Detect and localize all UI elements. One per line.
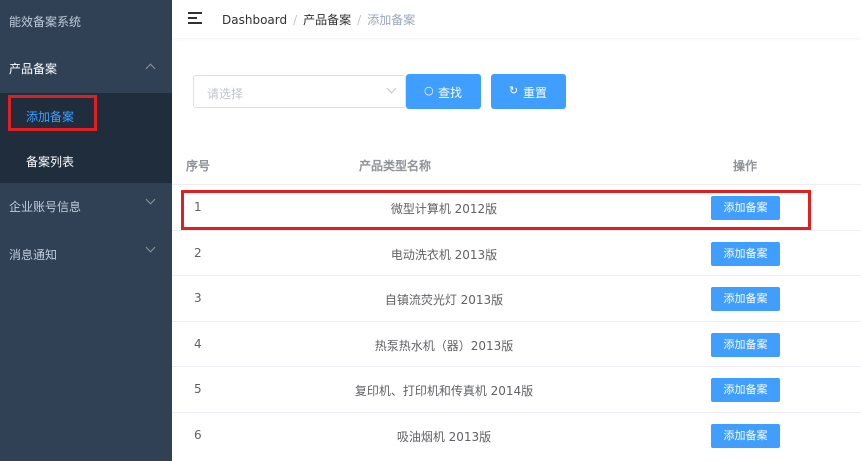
row-index: 5 — [194, 382, 202, 396]
row-index: 4 — [194, 337, 202, 351]
chevron-up-icon — [145, 63, 156, 74]
breadcrumb-item-current: 添加备案 — [367, 13, 416, 27]
column-header-index: 序号 — [186, 159, 211, 173]
search-button[interactable]: ○ 查找 — [406, 74, 481, 109]
row-product-name: 复印机、打印机和传真机 2014版 — [354, 384, 534, 398]
row-product-name: 吸油烟机 2013版 — [396, 430, 492, 444]
sidebar-item-label: 企业账号信息 — [9, 200, 82, 214]
chevron-down-icon — [145, 194, 156, 205]
annotation-highlight-box — [8, 95, 97, 131]
reset-button-label: 重置 — [523, 86, 548, 100]
sidebar-item-label: 备案列表 — [26, 155, 75, 169]
breadcrumb-separator: / — [293, 13, 298, 27]
row-product-name: 热泵热水机（器）2013版 — [374, 339, 514, 353]
add-filing-button[interactable]: 添加备案 — [711, 333, 780, 357]
table-row: 5 复印机、打印机和传真机 2014版 添加备案 — [172, 366, 861, 412]
hamburger-icon[interactable] — [188, 12, 202, 24]
add-filing-button[interactable]: 添加备案 — [711, 378, 780, 402]
breadcrumb: Dashboard / 产品备案 / 添加备案 — [222, 11, 415, 28]
add-filing-button[interactable]: 添加备案 — [711, 242, 780, 266]
refresh-icon: ↻ — [509, 84, 519, 97]
reset-button[interactable]: ↻ 重置 — [491, 74, 566, 109]
row-index: 6 — [194, 428, 202, 442]
app-title: 能效备案系统 — [9, 15, 82, 29]
select-placeholder: 请选择 — [207, 87, 244, 101]
column-header-actions: 操作 — [733, 159, 758, 173]
row-index: 2 — [194, 246, 202, 260]
search-button-label: 查找 — [438, 86, 463, 100]
sidebar-item-company-account[interactable]: 企业账号信息 — [0, 183, 172, 231]
sidebar-item-label: 产品备案 — [9, 62, 58, 76]
table-row: 6 吸油烟机 2013版 添加备案 — [172, 412, 861, 458]
app-root: 能效备案系统 产品备案 添加备案 备案列表 企业账号信息 消息通知 Dashbo… — [0, 0, 861, 461]
table-row: 3 自镇流荧光灯 2013版 添加备案 — [172, 275, 861, 321]
sidebar-item-filing-list[interactable]: 备案列表 — [0, 138, 172, 183]
row-index: 3 — [194, 291, 202, 305]
add-filing-button[interactable]: 添加备案 — [711, 424, 780, 448]
breadcrumb-item-product-filing[interactable]: 产品备案 — [303, 13, 351, 27]
navbar: Dashboard / 产品备案 / 添加备案 — [172, 0, 861, 38]
row-product-name: 电动洗衣机 2013版 — [390, 248, 498, 262]
chevron-down-icon — [386, 83, 397, 94]
product-type-select[interactable]: 请选择 — [193, 75, 406, 108]
add-filing-button[interactable]: 添加备案 — [711, 287, 780, 311]
table-row: 4 热泵热水机（器）2013版 添加备案 — [172, 321, 861, 367]
chevron-down-icon — [145, 242, 156, 253]
sidebar-item-product-filing[interactable]: 产品备案 — [0, 45, 172, 93]
row-product-name: 自镇流荧光灯 2013版 — [384, 293, 504, 307]
sidebar-item-label: 消息通知 — [9, 248, 58, 262]
breadcrumb-item-dashboard[interactable]: Dashboard — [222, 13, 287, 27]
table-row: 2 电动洗衣机 2013版 添加备案 — [172, 230, 861, 276]
column-header-product-type: 产品类型名称 — [359, 159, 432, 173]
sidebar: 能效备案系统 产品备案 添加备案 备案列表 企业账号信息 消息通知 — [0, 0, 172, 461]
annotation-highlight-box — [181, 190, 811, 230]
search-icon: ○ — [424, 84, 434, 97]
breadcrumb-separator: / — [357, 13, 362, 27]
sidebar-item-notifications[interactable]: 消息通知 — [0, 231, 172, 279]
